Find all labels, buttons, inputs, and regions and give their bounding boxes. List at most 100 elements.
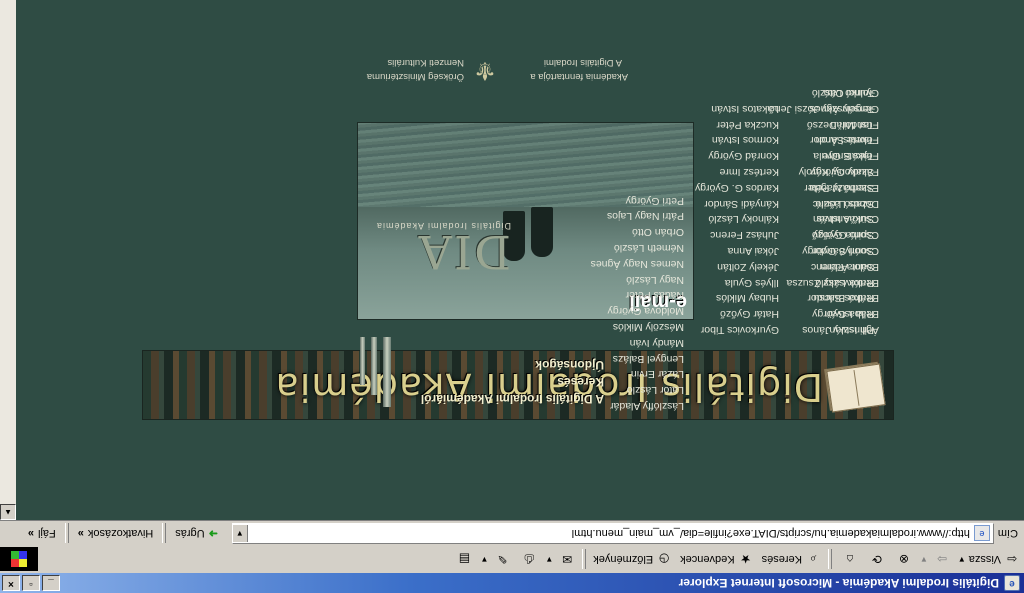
- file-menu[interactable]: Fájl»: [22, 528, 62, 540]
- chevron-right-icon: »: [27, 527, 34, 540]
- dia-logo-subtitle: Digitális Irodalmi Akadémia: [375, 221, 511, 231]
- author-link[interactable]: Rakovszky Zsuzsa: [769, 274, 874, 290]
- toolbar-separator: [162, 523, 167, 544]
- address-url[interactable]: http://www.irodalmiakademia.hu/scripts/D…: [248, 528, 970, 540]
- author-link[interactable]: Mándy Iván: [591, 334, 684, 350]
- author-link[interactable]: Gyurkovics Tibor: [695, 321, 779, 337]
- search-label: Keresés: [761, 553, 802, 566]
- ministry-emblem-icon: ⚜: [473, 56, 497, 86]
- discuss-button[interactable]: ▤: [449, 549, 476, 571]
- ministry-credit: Akadémia fenntartója a A Digitális Iroda…: [338, 52, 628, 88]
- author-link[interactable]: Mészöly Miklós: [591, 318, 684, 334]
- author-link[interactable]: Szabó Lőrinc: [769, 195, 874, 211]
- author-link[interactable]: Kálnoky László: [695, 211, 779, 227]
- refresh-button[interactable]: ⟳: [862, 549, 889, 571]
- author-link[interactable]: Kormos István: [695, 132, 779, 148]
- forward-button[interactable]: ⇨ ▼: [916, 549, 954, 571]
- author-link[interactable]: Spiró György: [769, 226, 874, 242]
- address-input[interactable]: e http://www.irodalmiakademia.hu/scripts…: [231, 523, 994, 544]
- author-link[interactable]: Sánta Ferenc: [769, 258, 874, 274]
- author-link[interactable]: Pilinszky János: [769, 321, 874, 337]
- chevron-down-icon[interactable]: ▼: [480, 555, 488, 564]
- author-link[interactable]: Lázár Ervin: [591, 366, 684, 382]
- author-link[interactable]: Tamási Áron: [769, 132, 874, 148]
- author-link[interactable]: Kardos G. György: [695, 179, 779, 195]
- print-icon: ⎙: [524, 552, 535, 567]
- author-link[interactable]: Orbán Ottó: [591, 223, 684, 239]
- author-link[interactable]: Moldova György: [591, 302, 684, 318]
- author-link[interactable]: Németh László: [591, 239, 684, 255]
- home-button[interactable]: ⌂: [835, 549, 862, 571]
- author-link[interactable]: Tandori Dezső: [769, 116, 874, 132]
- author-link[interactable]: Jékely Zoltán: [695, 258, 779, 274]
- pillar-shape: [371, 337, 377, 395]
- author-link[interactable]: Szakonyi Károly: [769, 163, 874, 179]
- edit-icon: ✎: [497, 552, 508, 567]
- author-link[interactable]: Tolnai Ottó: [769, 84, 874, 100]
- ministry-line: Nemzeti Kulturális: [387, 57, 464, 68]
- author-link[interactable]: Lator László: [591, 381, 684, 397]
- menu-item-news[interactable]: Újdonságok: [421, 356, 604, 373]
- dia-logo-mark: DIA: [416, 225, 511, 279]
- author-link[interactable]: Juhász Ferenc: [695, 226, 779, 242]
- forward-arrow-icon: ⇨: [936, 552, 947, 567]
- edit-button[interactable]: ✎ ▼: [476, 549, 514, 571]
- standard-toolbar: ⇦ Vissza ▼ ⇨ ▼ ⊗ ⟳ ⌂ ⌕ Keresés ★ Kedvenc…: [0, 545, 1024, 573]
- chevron-down-icon[interactable]: ▼: [958, 555, 966, 564]
- pillars-decoration: [351, 337, 391, 407]
- ministry-line: A Digitális Irodalmi: [543, 57, 622, 68]
- author-link[interactable]: Jókai Anna: [695, 242, 779, 258]
- ministry-line: Örökség Minisztériuma: [366, 71, 464, 82]
- mail-button[interactable]: ✉ ▼: [541, 549, 579, 571]
- author-link[interactable]: Nagy László: [591, 271, 684, 287]
- author-link[interactable]: Szabó Magda: [769, 179, 874, 195]
- refresh-icon: ⟳: [871, 552, 882, 567]
- author-link[interactable]: Konrád György: [695, 147, 779, 163]
- author-link[interactable]: Lakatos István: [695, 100, 779, 116]
- go-arrow-icon: ➜: [208, 527, 218, 539]
- page-icon: e: [973, 525, 990, 542]
- close-button[interactable]: ×: [2, 575, 20, 591]
- pillar-shape: [383, 337, 391, 407]
- author-link[interactable]: Pátri Nagy Lajos: [591, 208, 684, 224]
- links-button[interactable]: Hivatkozások»: [72, 528, 160, 540]
- menu-item-search[interactable]: Keresés: [421, 373, 604, 390]
- menu-item-about[interactable]: A Digitális Irodalmi Akadémiáról: [421, 390, 604, 407]
- author-link[interactable]: Nádas Péter: [591, 287, 684, 303]
- author-link[interactable]: Rába György: [769, 305, 874, 321]
- author-link[interactable]: Somlyó György: [769, 242, 874, 258]
- author-link[interactable]: Rákos Sándor: [769, 290, 874, 306]
- back-button[interactable]: ⇦ Vissza ▼: [954, 549, 1024, 571]
- chevron-right-icon: »: [77, 527, 84, 540]
- chevron-down-icon[interactable]: ▼: [920, 555, 928, 564]
- author-link[interactable]: Lengyel Balázs: [591, 350, 684, 366]
- author-link[interactable]: Petri György: [591, 192, 684, 208]
- stop-button[interactable]: ⊗: [889, 549, 916, 571]
- maximize-button[interactable]: ▫: [22, 575, 40, 591]
- address-label: Cím: [997, 527, 1018, 540]
- chevron-down-icon[interactable]: ▼: [545, 555, 553, 564]
- author-link[interactable]: Kuczka Péter: [695, 116, 779, 132]
- scroll-up-arrow-icon[interactable]: ▲: [0, 504, 16, 520]
- favorites-button[interactable]: ★ Kedvencek: [676, 549, 757, 571]
- author-link[interactable]: Tersánszky Józsi Jenő: [769, 100, 874, 116]
- chevron-down-icon[interactable]: ▼: [232, 525, 248, 542]
- author-link[interactable]: Nemes Nagy Ágnes: [591, 255, 684, 271]
- file-label: Fájl: [37, 527, 56, 540]
- author-link[interactable]: Illyés Gyula: [695, 274, 779, 290]
- author-link[interactable]: Sütő András: [769, 211, 874, 227]
- history-button[interactable]: ◷ Előzmények: [589, 549, 676, 571]
- author-link[interactable]: Kányádi Sándor: [695, 195, 779, 211]
- go-button[interactable]: ➜ Ugrás: [169, 524, 224, 544]
- minimize-button[interactable]: _: [42, 575, 60, 591]
- home-icon: ⌂: [846, 552, 854, 567]
- author-link[interactable]: Kertész Imre: [695, 163, 779, 179]
- mail-icon: ✉: [562, 552, 573, 567]
- author-link[interactable]: Takáts Gyula: [769, 147, 874, 163]
- vertical-scrollbar[interactable]: ▲: [0, 0, 16, 520]
- author-link[interactable]: Határ Győző: [695, 305, 779, 321]
- print-button[interactable]: ⎙: [514, 549, 541, 571]
- author-link[interactable]: Lászlóffy Aladár: [591, 397, 684, 413]
- search-button[interactable]: ⌕ Keresés: [758, 549, 825, 571]
- author-link[interactable]: Hubay Miklós: [695, 290, 779, 306]
